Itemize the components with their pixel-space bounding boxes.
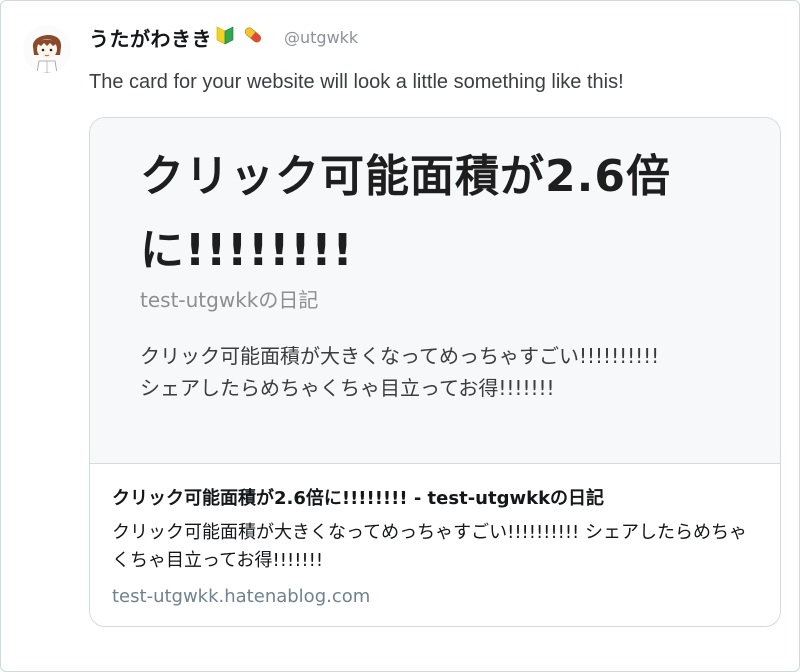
card-image[interactable]: クリック可能面積が2.6倍に!!!!!!!! test-utgwkkの日記 クリ… xyxy=(90,118,780,464)
card-body[interactable]: クリック可能面積が2.6倍に!!!!!!!! - test-utgwkkの日記 … xyxy=(90,464,780,626)
user-handle[interactable]: @utgwkk xyxy=(284,28,358,47)
display-name[interactable]: うたがわきき xyxy=(89,23,212,52)
card-image-description-line: クリック可能面積が大きくなってめっちゃすごい!!!!!!!!!! xyxy=(140,344,660,368)
card-description: クリック可能面積が大きくなってめっちゃすごい!!!!!!!!!! シェアしたらめ… xyxy=(112,522,747,571)
avatar[interactable] xyxy=(23,25,71,73)
card-domain: test-utgwkk.hatenablog.com xyxy=(112,586,371,607)
card-image-description: クリック可能面積が大きくなってめっちゃすごい!!!!!!!!!! シェアしたらめ… xyxy=(140,340,750,404)
avatar-illustration xyxy=(23,25,71,73)
tweet: うたがわきき @utgwkk The card for your website… xyxy=(0,0,800,672)
card-image-blog-name: test-utgwkkの日記 xyxy=(140,288,319,312)
link-card[interactable]: クリック可能面積が2.6倍に!!!!!!!! test-utgwkkの日記 クリ… xyxy=(89,117,781,627)
tweet-text: The card for your website will look a li… xyxy=(89,71,624,93)
tweet-header: うたがわきき @utgwkk xyxy=(89,23,358,51)
pill-icon xyxy=(242,24,264,50)
card-title: クリック可能面積が2.6倍に!!!!!!!! - test-utgwkkの日記 xyxy=(112,488,605,509)
beginner-mark-icon xyxy=(216,25,234,49)
card-image-title: クリック可能面積が2.6倍に!!!!!!!! xyxy=(140,151,671,276)
card-image-description-line: シェアしたらめちゃくちゃ目立ってお得!!!!!!! xyxy=(140,376,555,400)
